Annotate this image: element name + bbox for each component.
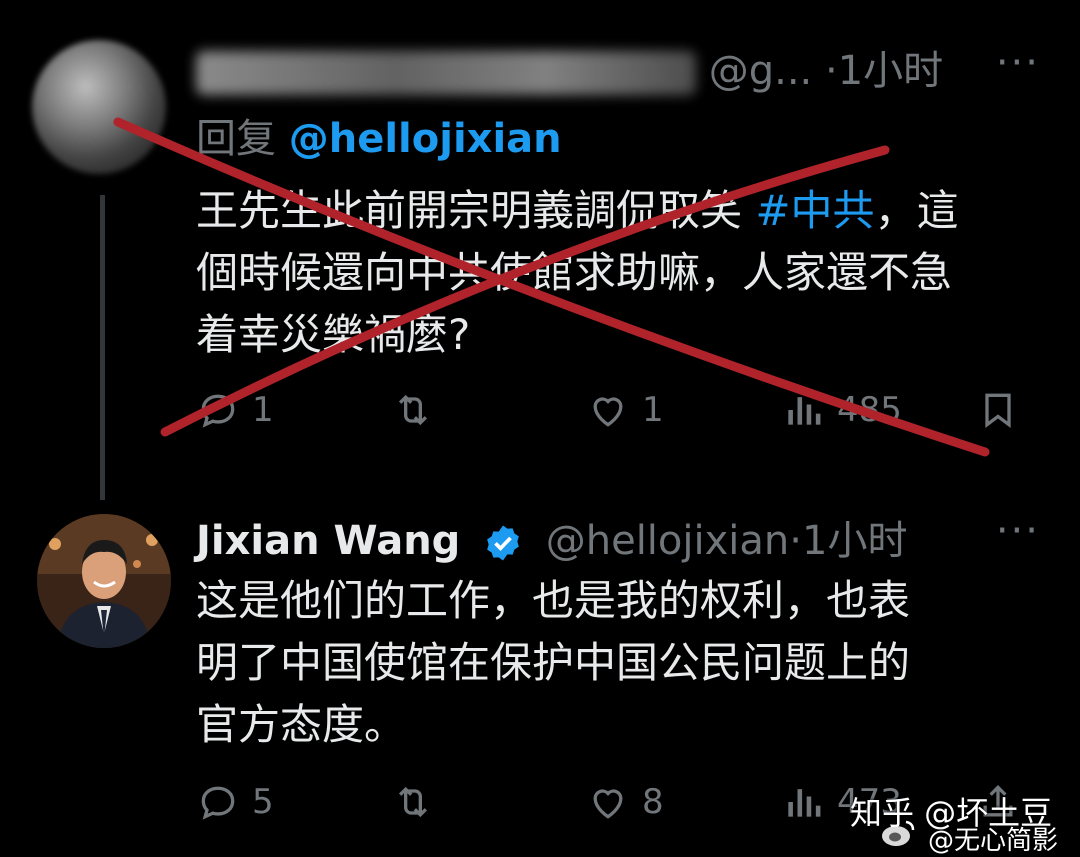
retweet-button[interactable]	[391, 388, 435, 432]
tweet-1-handle[interactable]: @g...	[709, 48, 813, 94]
heart-icon	[593, 397, 623, 427]
tweet-2-time[interactable]: ·1小时	[789, 518, 907, 564]
views-button[interactable]: 485	[781, 388, 902, 432]
tweet-1-time[interactable]: ·1小时	[825, 48, 943, 94]
tweet-1-line-1: 王先生此前開宗明義調侃取笑 #中共，這	[196, 186, 959, 235]
views-chart-icon	[788, 397, 821, 425]
reply-button[interactable]: 1	[196, 388, 274, 432]
tweet-1-text: 王先生此前開宗明義調侃取笑 #中共，這 個時候還向中共使館求助嘛，人家還不急 着…	[196, 180, 1036, 366]
tweet-2-line-2: 明了中国使馆在保护中国公民问题上的	[196, 638, 911, 687]
retweet-icon	[398, 786, 428, 818]
bookmark-icon	[985, 393, 1011, 428]
reply-count: 1	[252, 390, 274, 430]
reply-mention-link[interactable]: @hellojixian	[289, 116, 562, 162]
tweet-1-line-2: 個時候還向中共使館求助嘛，人家還不急	[196, 248, 953, 297]
blurred-display-name	[196, 51, 696, 95]
view-count: 485	[837, 390, 902, 430]
weibo-logo-icon	[882, 820, 915, 846]
tweet-1[interactable]: @g... ·1小时 ··· 回复 @hellojixian 王先生此前開宗明義…	[0, 0, 1080, 500]
reply-count: 5	[252, 782, 274, 822]
author-name[interactable]: Jixian Wang	[196, 518, 460, 564]
reply-icon	[201, 786, 235, 820]
reply-icon	[201, 394, 235, 428]
tweet-1-header: @g... ·1小时	[196, 38, 943, 96]
avatar-portrait	[37, 514, 171, 648]
weibo-watermark: @无心简影	[928, 826, 1059, 856]
reply-prefix: 回复	[196, 116, 276, 162]
like-button[interactable]: 8	[586, 780, 664, 824]
tweet-2-header: Jixian Wang @hellojixian·1小时	[196, 508, 907, 566]
more-options-icon[interactable]: ···	[996, 40, 1040, 86]
like-count: 1	[642, 390, 664, 430]
hashtag-link[interactable]: #中共	[755, 186, 874, 235]
tweet-2-text: 这是他们的工作，也是我的权利，也表 明了中国使馆在保护中国公民问题上的 官方态度…	[196, 570, 1036, 756]
like-count: 8	[642, 782, 664, 822]
thread-connector	[100, 195, 105, 500]
like-button[interactable]: 1	[586, 388, 664, 432]
verified-badge-icon	[487, 525, 519, 561]
replying-to: 回复 @hellojixian	[196, 106, 562, 164]
avatar-jixian-wang[interactable]	[37, 514, 171, 648]
retweet-icon	[398, 394, 428, 426]
tweet-1-line-3: 着幸災樂禍麼?	[196, 310, 471, 359]
tweet-2-line-3: 官方态度。	[196, 700, 407, 749]
bookmark-button[interactable]	[976, 388, 1020, 432]
heart-icon	[593, 789, 623, 819]
views-chart-icon	[788, 789, 821, 817]
reply-button[interactable]: 5	[196, 780, 274, 824]
tweet-1-actions: 1 1 485	[196, 388, 1036, 438]
retweet-button[interactable]	[391, 780, 435, 824]
author-handle[interactable]: @hellojixian	[546, 518, 790, 564]
tweet-2-line-1: 这是他们的工作，也是我的权利，也表	[196, 576, 911, 625]
more-options-icon[interactable]: ···	[996, 508, 1040, 554]
avatar-blurred[interactable]	[32, 40, 166, 174]
